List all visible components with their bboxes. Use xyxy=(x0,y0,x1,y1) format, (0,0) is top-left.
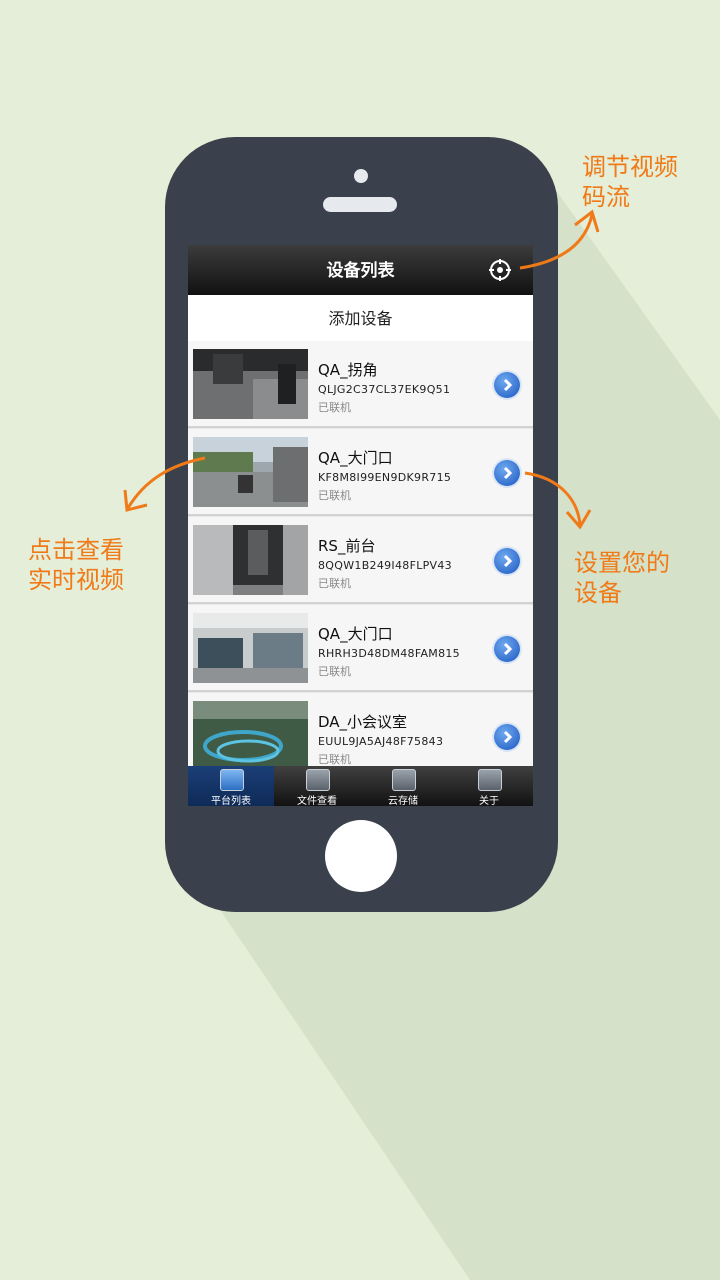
view-annotation: 点击查看 实时视频 xyxy=(28,535,124,595)
view-annotation-line2: 实时视频 xyxy=(28,566,124,594)
stream-annotation-line2: 码流 xyxy=(582,183,630,211)
settings-annotation-line1: 设置您的 xyxy=(574,549,670,577)
stream-annotation-line1: 调节视频 xyxy=(582,153,678,181)
settings-annotation: 设置您的 设备 xyxy=(574,548,670,608)
settings-annotation-line2: 设备 xyxy=(574,579,622,607)
stream-annotation: 调节视频 码流 xyxy=(582,152,678,212)
view-annotation-line1: 点击查看 xyxy=(28,536,124,564)
